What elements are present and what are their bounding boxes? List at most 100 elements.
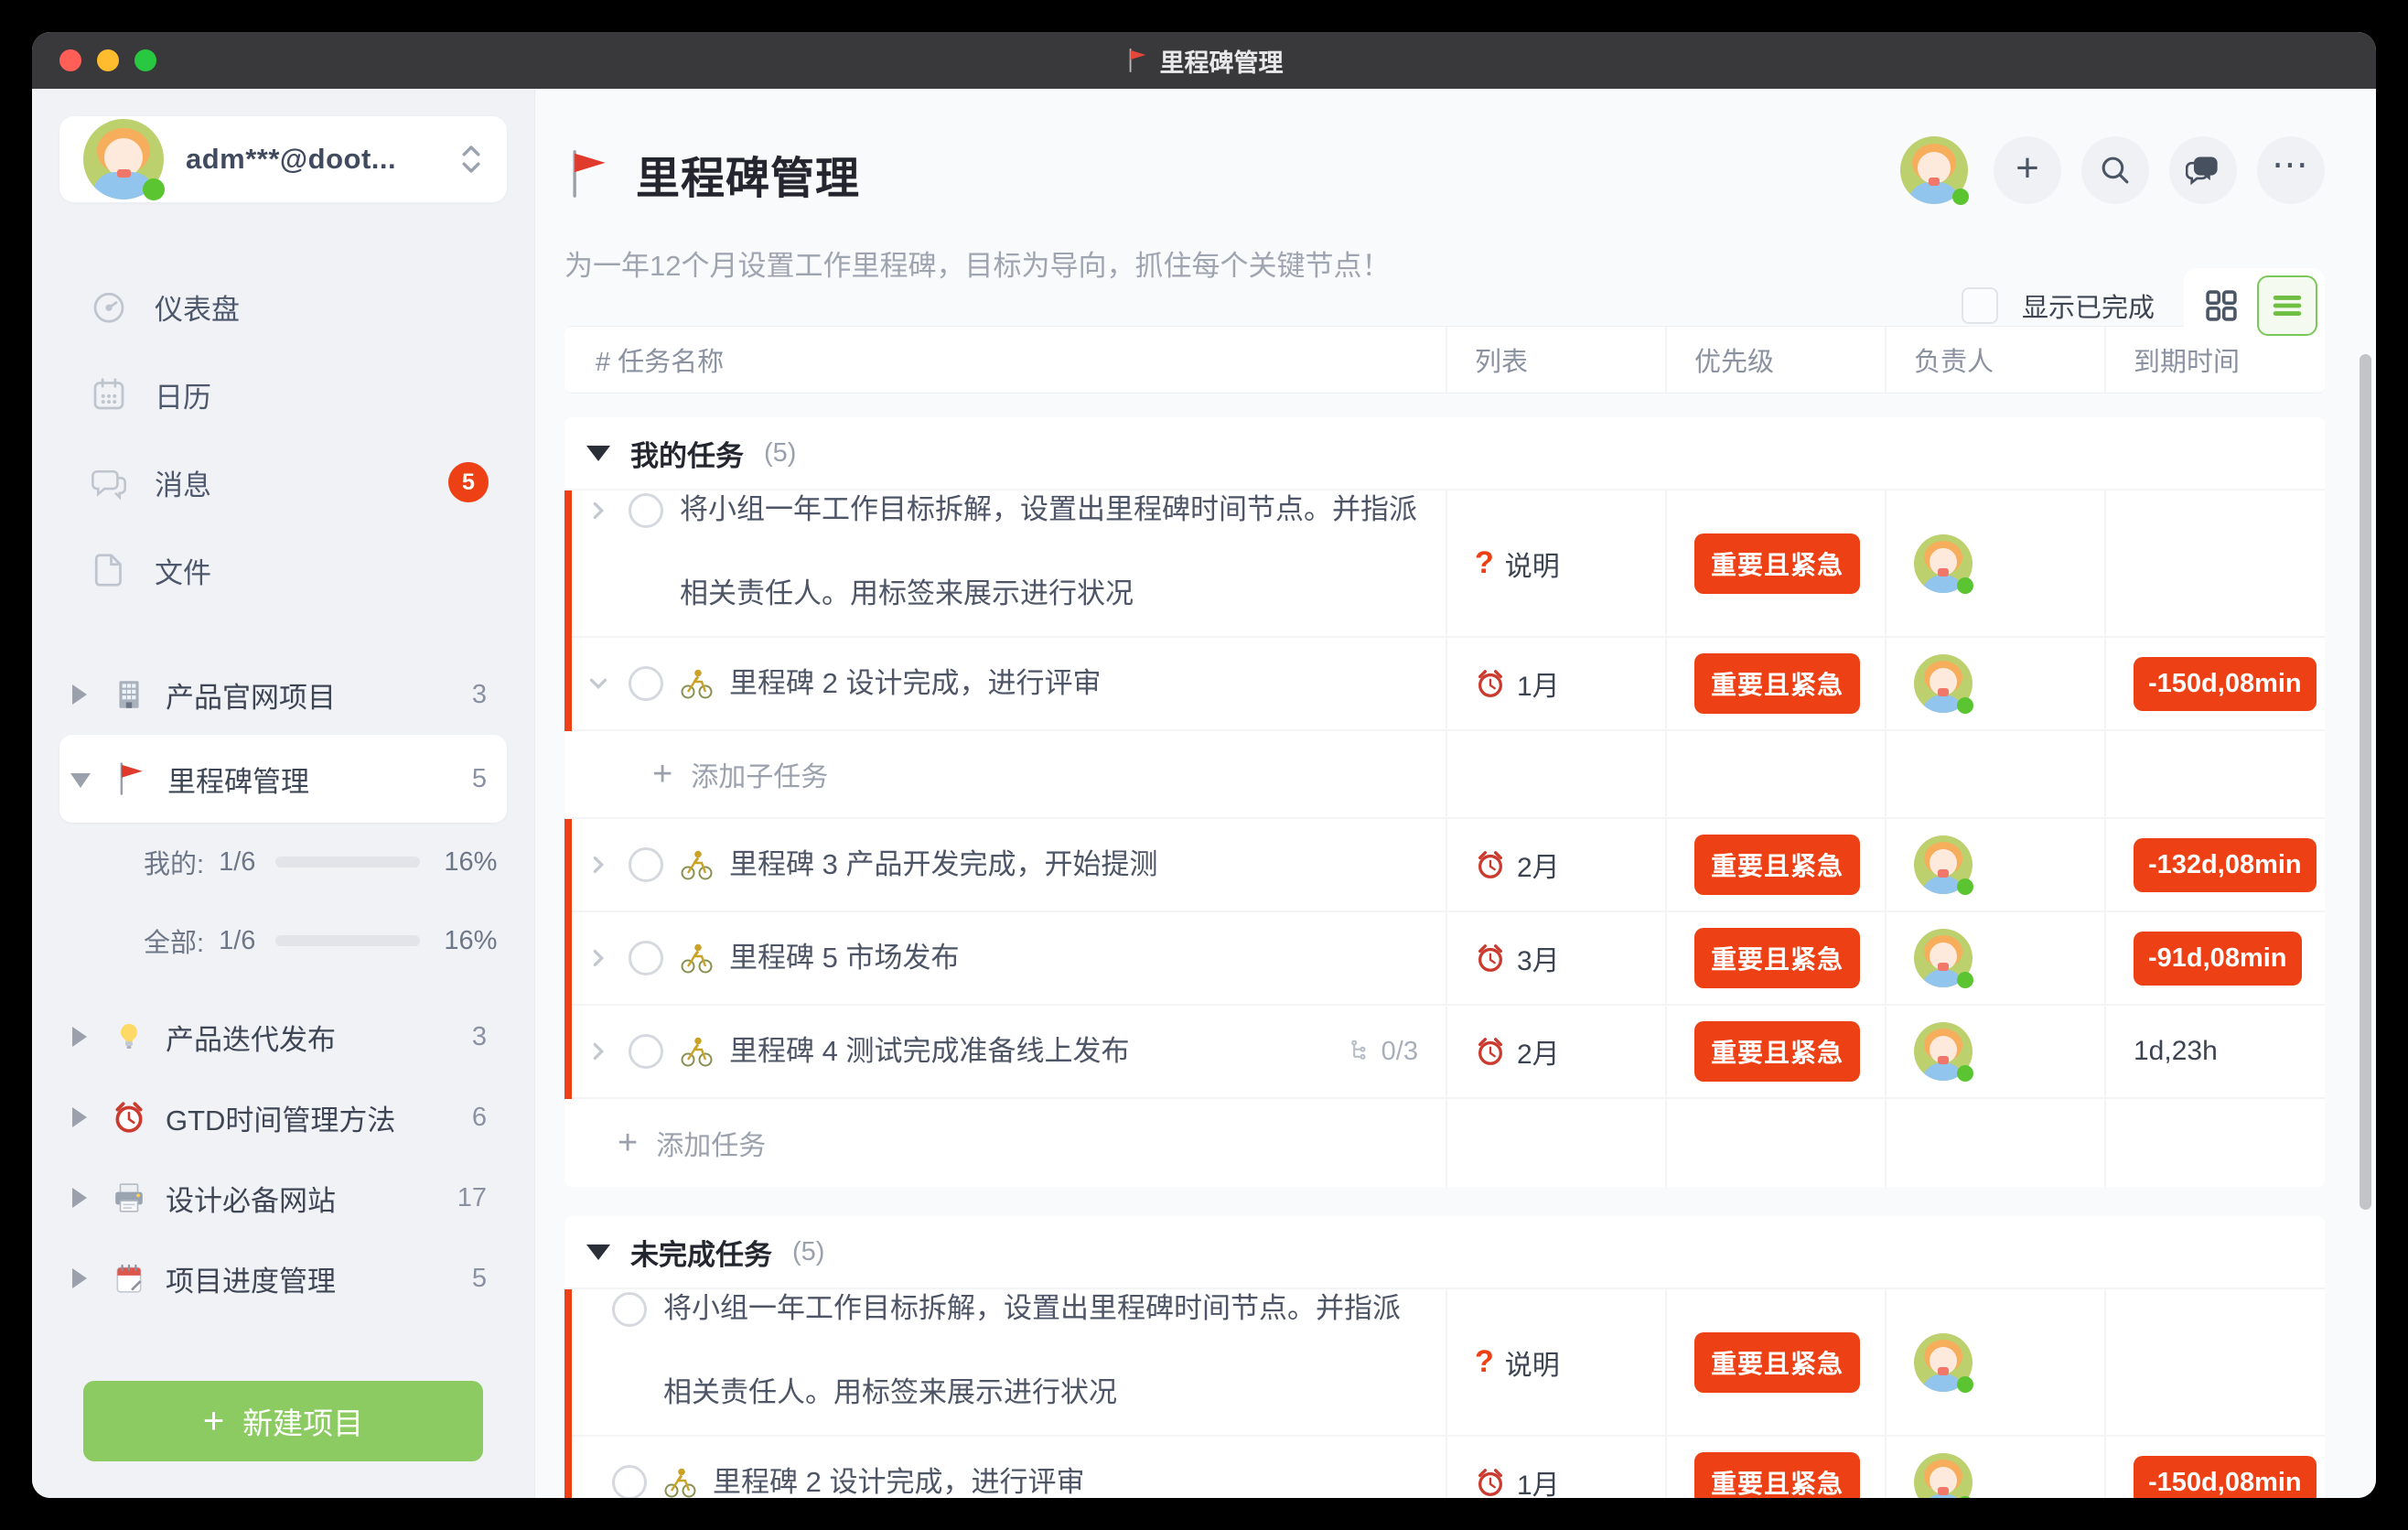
sidebar-menu: 仪表盘 日历 消息 5 文件: [59, 263, 507, 614]
task-title: 将小组一年工作目标拆解，设置出里程碑时间节点。并指派相关责任人。用标签来展示进行…: [680, 468, 1439, 636]
account-email: adm***@doot...: [186, 143, 437, 176]
user-avatar: [83, 119, 164, 199]
project-item-design-sites[interactable]: 设计必备网站 17: [59, 1158, 507, 1238]
expand-right-icon: [72, 684, 87, 705]
task-title: 里程碑 5 市场发布: [729, 938, 959, 978]
task-title: 里程碑 3 产品开发完成，开始提测: [729, 845, 1157, 885]
assignee-avatar: [1914, 1022, 1973, 1081]
expand-row-icon[interactable]: [585, 1038, 612, 1065]
task-row[interactable]: 里程碑 5 市场发布 3月 重要且紧急 -91d,08min: [564, 912, 2325, 1006]
task-row[interactable]: 里程碑 2 设计完成，进行评审 1月 重要且紧急 -150d,08min: [564, 638, 2325, 731]
flag-icon: [564, 148, 612, 199]
sidebar-item-dashboard[interactable]: 仪表盘: [59, 263, 507, 350]
task-row[interactable]: 里程碑 3 产品开发完成，开始提测 2月 重要且紧急 -132d,08min: [564, 819, 2325, 912]
expand-right-icon: [72, 1107, 87, 1127]
vertical-scrollbar[interactable]: [2360, 354, 2371, 1210]
task-checkbox[interactable]: [629, 1034, 663, 1069]
sidebar: adm***@doot... 仪表盘 日历 消息 5: [32, 89, 535, 1498]
expand-row-icon[interactable]: [585, 497, 612, 524]
expand-right-icon: [72, 1268, 87, 1288]
list-view-button[interactable]: [2257, 275, 2317, 336]
add-button[interactable]: +: [1994, 136, 2061, 204]
alarm-clock-icon: [1475, 1036, 1506, 1067]
task-checkbox[interactable]: [629, 941, 663, 975]
priority-badge: 重要且紧急: [1694, 653, 1860, 714]
project-owner-avatar[interactable]: [1900, 136, 1968, 204]
column-list[interactable]: 列表: [1446, 327, 1665, 393]
expand-right-icon: [72, 1027, 87, 1047]
traffic-lights: [59, 49, 156, 71]
zoom-window-button[interactable]: [134, 49, 156, 71]
task-row[interactable]: 将小组一年工作目标拆解，设置出里程碑时间节点。并指派相关责任人。用标签来展示进行…: [564, 490, 2325, 638]
collapse-icon: [586, 446, 610, 461]
message-icon: [91, 464, 127, 501]
window-title: 里程碑管理: [1125, 43, 1284, 79]
task-row[interactable]: 里程碑 4 测试完成准备线上发布 0/3 2月 重要且紧急 1d,23h: [564, 1006, 2325, 1099]
project-item-progress[interactable]: 项目进度管理 5: [59, 1238, 507, 1319]
task-checkbox[interactable]: [629, 493, 663, 528]
flag-icon: [1125, 48, 1149, 73]
task-checkbox[interactable]: [629, 666, 663, 701]
priority-badge: 重要且紧急: [1694, 835, 1860, 895]
flag-icon: [113, 760, 149, 797]
sidebar-item-files[interactable]: 文件: [59, 526, 507, 614]
progress-all[interactable]: 全部: 1/6 16%: [59, 901, 507, 980]
collapse-icon: [586, 1244, 610, 1260]
add-subtask-row[interactable]: + 添加子任务: [564, 731, 2325, 819]
search-button[interactable]: [2081, 136, 2149, 204]
board-view-button[interactable]: [2191, 275, 2252, 336]
cyclist-icon: [680, 667, 713, 700]
due-time-badge: -150d,08min: [2134, 1456, 2317, 1499]
task-group-my-tasks: 我的任务 (5) 将小组一年工作目标拆解，设置出里程碑时间节点。并指派相关责任人…: [564, 417, 2325, 1187]
printer-icon: [111, 1180, 147, 1216]
message-count-badge: 5: [448, 462, 489, 502]
board-view-icon: [2204, 288, 2239, 323]
close-window-button[interactable]: [59, 49, 81, 71]
expand-row-icon[interactable]: [585, 944, 612, 972]
cyclist-icon: [680, 848, 713, 881]
column-task-name[interactable]: # 任务名称: [564, 327, 1446, 393]
new-project-button[interactable]: + 新建项目: [83, 1381, 483, 1461]
dashboard-icon: [91, 288, 127, 325]
plus-icon: +: [203, 1401, 224, 1442]
expand-row-icon[interactable]: [585, 851, 612, 878]
task-title: 里程碑 2 设计完成，进行评审: [713, 1462, 1084, 1498]
project-item-gtd[interactable]: GTD时间管理方法 6: [59, 1077, 507, 1158]
priority-badge: 重要且紧急: [1694, 1452, 1860, 1498]
chevron-updown-icon: [459, 144, 483, 175]
show-completed-checkbox[interactable]: [1962, 287, 1998, 324]
subtask-tree-icon: [1347, 1039, 1372, 1064]
task-row[interactable]: 里程碑 2 设计完成，进行评审 1月 重要且紧急 -150d,08min: [564, 1437, 2325, 1498]
task-group-unfinished: 未完成任务 (5) 将小组一年工作目标拆解，设置出里程碑时间节点。并指派相关责任…: [564, 1216, 2325, 1498]
question-icon: ?: [1475, 545, 1494, 581]
account-switcher[interactable]: adm***@doot...: [59, 116, 507, 202]
due-time-badge: -150d,08min: [2134, 657, 2317, 711]
chat-button[interactable]: [2169, 136, 2237, 204]
task-checkbox[interactable]: [629, 847, 663, 882]
expand-right-icon: [72, 1188, 87, 1208]
building-icon: [111, 676, 147, 713]
alarm-clock-icon: [111, 1099, 147, 1136]
subtask-counter: 0/3: [1347, 1037, 1446, 1067]
cyclist-icon: [663, 1466, 696, 1498]
task-checkbox[interactable]: [612, 1465, 647, 1498]
progress-track: [275, 857, 420, 867]
collapse-row-icon[interactable]: [585, 670, 612, 697]
add-task-row[interactable]: + 添加任务: [564, 1099, 2325, 1187]
priority-badge: 重要且紧急: [1694, 1021, 1860, 1082]
plus-icon: +: [618, 1124, 638, 1163]
more-button[interactable]: ⋯: [2257, 136, 2325, 204]
task-row[interactable]: 将小组一年工作目标拆解，设置出里程碑时间节点。并指派相关责任人。用标签来展示进行…: [564, 1289, 2325, 1437]
project-item-milestone[interactable]: 里程碑管理 5: [59, 735, 507, 823]
project-item-iteration[interactable]: 产品迭代发布 3: [59, 997, 507, 1077]
task-checkbox[interactable]: [612, 1292, 647, 1327]
assignee-avatar: [1914, 1453, 1973, 1498]
column-priority[interactable]: 优先级: [1665, 327, 1885, 393]
project-item-official-site[interactable]: 产品官网项目 3: [59, 654, 507, 735]
minimize-window-button[interactable]: [97, 49, 119, 71]
search-icon: [2099, 154, 2132, 187]
sidebar-item-messages[interactable]: 消息 5: [59, 438, 507, 526]
more-icon: ⋯: [2272, 144, 2310, 186]
sidebar-item-calendar[interactable]: 日历: [59, 350, 507, 438]
progress-my[interactable]: 我的: 1/6 16%: [59, 823, 507, 901]
